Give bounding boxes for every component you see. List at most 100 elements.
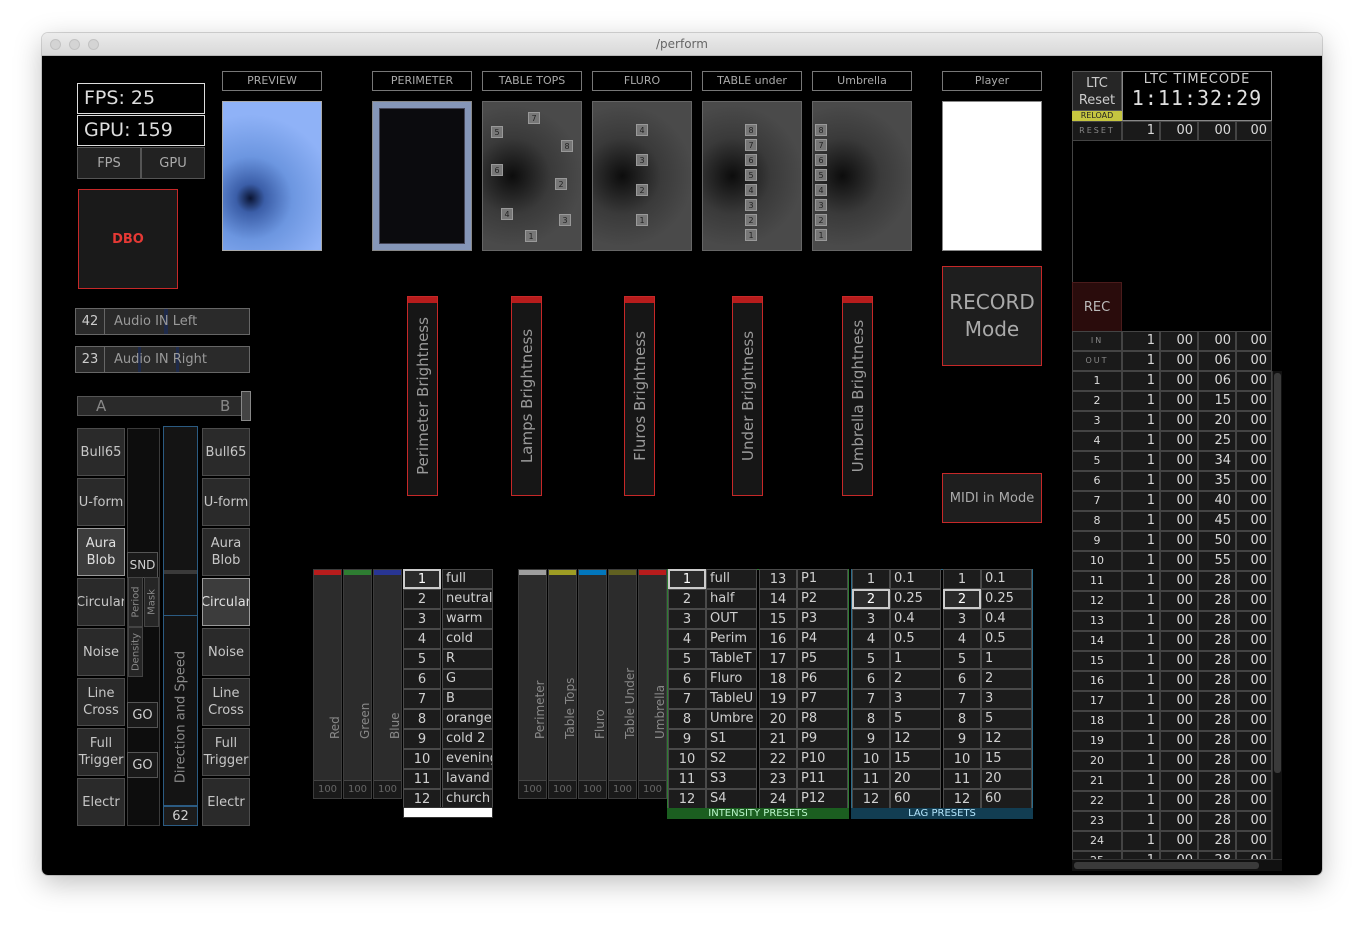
lag-preset-value[interactable]: 12 <box>890 729 941 749</box>
cue-field[interactable]: 00 <box>1236 451 1272 471</box>
color-preset-name[interactable]: R <box>442 649 493 669</box>
cue-field[interactable]: 00 <box>1160 591 1198 611</box>
effect-button-bull65[interactable]: Bull65 <box>77 428 125 476</box>
intensity-preset-name[interactable]: P10 <box>797 749 848 769</box>
cue-field[interactable]: 00 <box>1160 431 1198 451</box>
ltc-cue-row[interactable]: 18 1 00 28 00 <box>1072 711 1272 731</box>
cue-field[interactable]: 1 <box>1122 811 1160 831</box>
effect-button-bull65[interactable]: Bull65 <box>202 428 250 476</box>
cue-field[interactable]: 45 <box>1198 511 1236 531</box>
cue-field[interactable]: 00 <box>1236 431 1272 451</box>
cue-list-hscroll-thumb[interactable] <box>1074 862 1259 869</box>
cue-field[interactable]: 1 <box>1122 391 1160 411</box>
cue-field[interactable]: 00 <box>1160 571 1198 591</box>
period-slider[interactable]: Period <box>128 577 143 627</box>
cue-field[interactable]: 00 <box>1236 731 1272 751</box>
cue-field[interactable]: 28 <box>1198 671 1236 691</box>
color-preset-number[interactable]: 9 <box>403 729 441 749</box>
cue-field[interactable]: 1 <box>1122 631 1160 651</box>
ltc-row-field[interactable]: 00 <box>1160 351 1198 371</box>
cue-field[interactable]: 00 <box>1236 471 1272 491</box>
intensity-preset-name[interactable]: TableT <box>706 649 757 669</box>
color-preset-number[interactable]: 4 <box>403 629 441 649</box>
cue-field[interactable]: 00 <box>1236 611 1272 631</box>
cue-field[interactable]: 1 <box>1122 711 1160 731</box>
cue-field[interactable]: 00 <box>1160 371 1198 391</box>
cue-field[interactable]: 1 <box>1122 411 1160 431</box>
effect-button-full-trigger[interactable]: Full Trigger <box>202 728 250 776</box>
lag-preset-value[interactable]: 15 <box>981 749 1032 769</box>
cue-field[interactable]: 1 <box>1122 571 1160 591</box>
ltc-cue-row[interactable]: 12 1 00 28 00 <box>1072 591 1272 611</box>
intensity-preset-number[interactable]: 7 <box>668 689 706 709</box>
ltc-row-field[interactable]: 06 <box>1198 351 1236 371</box>
ltc-cue-row[interactable]: 22 1 00 28 00 <box>1072 791 1272 811</box>
cue-field[interactable]: 00 <box>1236 651 1272 671</box>
color-preset-number[interactable]: 3 <box>403 609 441 629</box>
lamps-brightness-fader[interactable]: Lamps Brightness <box>511 296 542 496</box>
color-channel-fader-green[interactable]: Green 100 <box>343 569 372 799</box>
lag-preset-number[interactable]: 9 <box>943 729 981 749</box>
color-preset-number[interactable]: 11 <box>403 769 441 789</box>
ab-crossfader[interactable]: A B <box>77 396 249 416</box>
ltc-row-field[interactable]: 1 <box>1122 331 1160 351</box>
ltc-cue-row[interactable]: 11 1 00 28 00 <box>1072 571 1272 591</box>
intensity-preset-number[interactable]: 10 <box>668 749 706 769</box>
cue-field[interactable]: 1 <box>1122 611 1160 631</box>
effect-button-noise[interactable]: Noise <box>77 628 125 676</box>
umbrella-brightness-fader[interactable]: Umbrella Brightness <box>842 296 873 496</box>
lag-preset-value[interactable]: 1 <box>981 649 1032 669</box>
cue-field[interactable]: 28 <box>1198 611 1236 631</box>
rec-button[interactable]: REC <box>1072 282 1122 332</box>
intensity-preset-name[interactable]: TableU <box>706 689 757 709</box>
lag-preset-number[interactable]: 8 <box>943 709 981 729</box>
lag-preset-value[interactable]: 0.1 <box>981 569 1032 589</box>
lag-preset-number[interactable]: 2 <box>852 589 890 609</box>
color-preset-number[interactable]: 5 <box>403 649 441 669</box>
cue-field[interactable]: 55 <box>1198 551 1236 571</box>
intensity-preset-name[interactable]: S1 <box>706 729 757 749</box>
color-preset-name[interactable]: warm <box>442 609 493 629</box>
lag-preset-number[interactable]: 11 <box>943 769 981 789</box>
cue-field[interactable]: 00 <box>1160 691 1198 711</box>
lag-preset-number[interactable]: 10 <box>943 749 981 769</box>
under-brightness-fader[interactable]: Under Brightness <box>732 296 763 496</box>
lag-preset-number[interactable]: 10 <box>852 749 890 769</box>
lag-preset-number[interactable]: 5 <box>852 649 890 669</box>
intensity-preset-number[interactable]: 5 <box>668 649 706 669</box>
lag-preset-value[interactable]: 0.5 <box>890 629 941 649</box>
effect-button-line-cross[interactable]: Line Cross <box>202 678 250 726</box>
cue-field[interactable]: 28 <box>1198 811 1236 831</box>
cue-field[interactable]: 1 <box>1122 731 1160 751</box>
lag-preset-value[interactable]: 0.4 <box>981 609 1032 629</box>
intensity-preset-name[interactable]: Fluro <box>706 669 757 689</box>
cue-field[interactable]: 00 <box>1160 671 1198 691</box>
intensity-preset-number[interactable]: 1 <box>668 569 706 589</box>
color-preset-number[interactable]: 7 <box>403 689 441 709</box>
lag-preset-number[interactable]: 7 <box>943 689 981 709</box>
cue-field[interactable]: 15 <box>1198 391 1236 411</box>
color-preset-number[interactable]: 8 <box>403 709 441 729</box>
cue-field[interactable]: 28 <box>1198 571 1236 591</box>
ltc-cue-row[interactable]: 2 1 00 15 00 <box>1072 391 1272 411</box>
cue-field[interactable]: 25 <box>1198 431 1236 451</box>
go-button-1[interactable]: GO <box>127 702 158 728</box>
cue-field[interactable]: 00 <box>1160 551 1198 571</box>
lag-preset-number[interactable]: 4 <box>852 629 890 649</box>
cue-field[interactable]: 1 <box>1122 371 1160 391</box>
cue-field[interactable]: 1 <box>1122 771 1160 791</box>
effect-button-noise[interactable]: Noise <box>202 628 250 676</box>
cue-field[interactable]: 00 <box>1160 791 1198 811</box>
color-preset-number[interactable]: 10 <box>403 749 441 769</box>
zone-channel-fader-table-under[interactable]: Table Under 100 <box>608 569 637 799</box>
intensity-preset-number[interactable]: 13 <box>759 569 797 589</box>
ltc-cue-row[interactable]: 7 1 00 40 00 <box>1072 491 1272 511</box>
intensity-preset-number[interactable]: 3 <box>668 609 706 629</box>
cue-field[interactable]: 00 <box>1160 411 1198 431</box>
lag-preset-value[interactable]: 0.25 <box>890 589 941 609</box>
lag-preset-value[interactable]: 0.4 <box>890 609 941 629</box>
intensity-preset-name[interactable]: P9 <box>797 729 848 749</box>
ltc-cue-row[interactable]: 23 1 00 28 00 <box>1072 811 1272 831</box>
cue-field[interactable]: 1 <box>1122 651 1160 671</box>
ltc-row-field[interactable]: 00 <box>1198 331 1236 351</box>
